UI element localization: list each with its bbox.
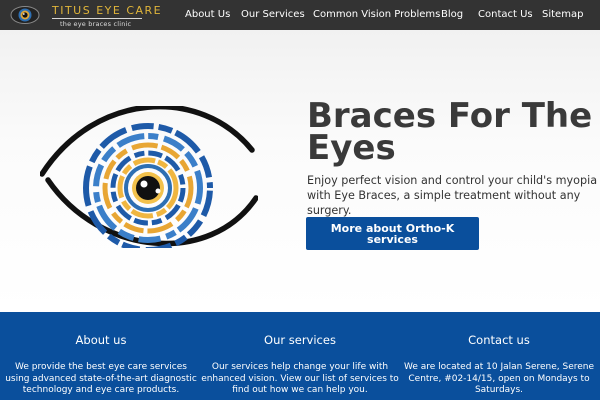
logo-divider <box>52 18 142 19</box>
logo-title: TITUS EYE CARE <box>52 4 163 17</box>
hero-description: Enjoy perfect vision and control your ch… <box>307 174 598 217</box>
contact-us-heading[interactable]: Contact us <box>400 333 598 347</box>
stylized-eye-icon <box>40 106 258 248</box>
nav-our-services[interactable]: Our Services <box>241 9 305 20</box>
hero-section: Braces For The Eyes Enjoy perfect vision… <box>0 30 600 312</box>
top-header: TITUS EYE CARE the eye braces clinic Abo… <box>0 0 600 30</box>
ortho-k-services-button[interactable]: More about Ortho-K services <box>306 217 479 250</box>
info-band: About us We provide the best eye care se… <box>0 312 600 400</box>
our-services-heading[interactable]: Our services <box>201 333 399 347</box>
hero-title: Braces For The Eyes <box>307 99 592 168</box>
nav-contact-us[interactable]: Contact Us <box>478 9 533 20</box>
contact-us-text: We are located at 10 Jalan Serene, Seren… <box>403 362 595 395</box>
nav-about-us[interactable]: About Us <box>185 9 230 20</box>
about-us-text: We provide the best eye care services us… <box>5 362 197 395</box>
logo-tagline: the eye braces clinic <box>60 20 132 28</box>
nav-blog[interactable]: Blog <box>441 9 463 20</box>
our-services-text: Our services help change your life with … <box>201 362 399 395</box>
hero-title-line2: Eyes <box>307 128 396 168</box>
eye-logo-icon <box>10 6 40 24</box>
site-logo[interactable]: TITUS EYE CARE the eye braces clinic <box>8 3 161 28</box>
nav-common-vision-problems[interactable]: Common Vision Problems <box>313 9 440 20</box>
ortho-k-button-label: More about Ortho-K services <box>330 221 455 246</box>
about-us-heading[interactable]: About us <box>2 333 200 347</box>
nav-sitemap[interactable]: Sitemap <box>542 9 583 20</box>
